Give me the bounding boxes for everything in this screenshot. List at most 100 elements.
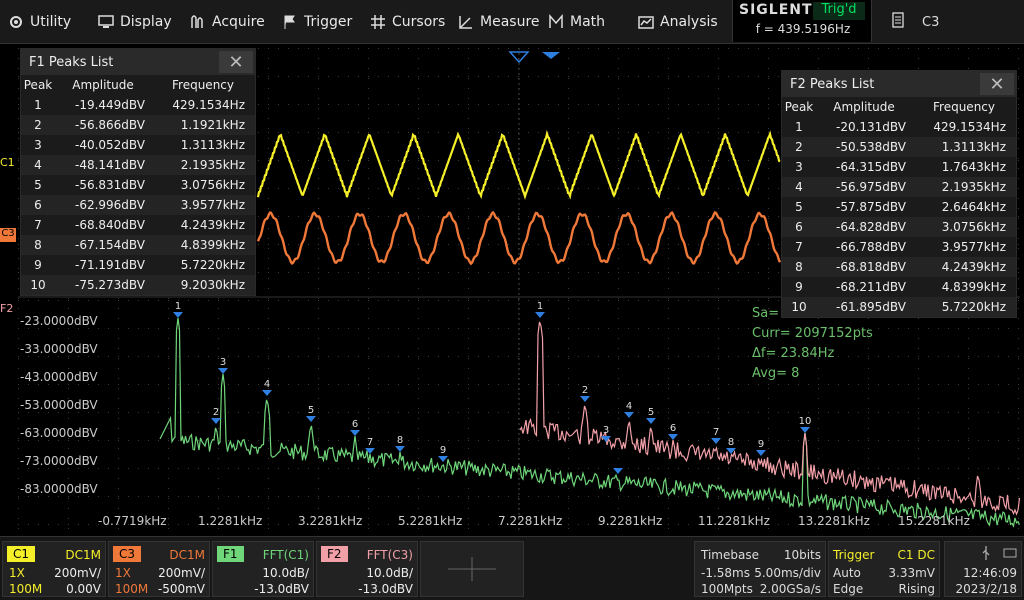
grid-dot xyxy=(38,440,39,441)
grid-dot xyxy=(618,198,619,199)
menu-trigger[interactable]: Trigger xyxy=(282,0,352,44)
trigger-status-panel[interactable]: Trigger C1 DC Auto 3.33mV Edge Rising xyxy=(828,541,940,597)
grid-dot xyxy=(148,300,149,301)
grid-dot xyxy=(368,398,369,399)
menu-measure[interactable]: Measure xyxy=(458,0,540,44)
grid-dot xyxy=(18,458,19,459)
grid-dot xyxy=(318,440,319,441)
grid-dot xyxy=(918,418,919,419)
grid-dot xyxy=(258,48,259,49)
grid-dot xyxy=(238,384,239,385)
grid-dot xyxy=(818,388,819,389)
menu-utility[interactable]: Utility xyxy=(8,0,71,44)
menu-analysis[interactable]: Analysis xyxy=(638,0,718,44)
grid-dot xyxy=(418,378,419,379)
grid-dot xyxy=(748,412,749,413)
waveform-area[interactable]: 1 2 3 4 5 6 7 8 9 1 2 3 4 5 6 7 8 9 10 C1 C3 F2 -23.0000dB… xyxy=(0,44,1024,534)
grid-dot xyxy=(718,408,719,409)
f2-peaks-list[interactable]: F2 Peaks List ✕ Peak Amplitude Frequency… xyxy=(781,70,1017,318)
grid-dot xyxy=(1018,298,1019,299)
f2-status[interactable]: F2 FFT(C3) 10.0dB/ -13.0dBV xyxy=(316,541,418,597)
menu-cursors[interactable]: Cursors xyxy=(370,0,445,44)
grid-dot xyxy=(78,468,79,469)
grid-dot xyxy=(578,188,579,189)
grid-dot xyxy=(388,328,389,329)
grid-dot xyxy=(458,440,459,441)
grid-dot xyxy=(348,496,349,497)
grid-dot xyxy=(478,328,479,329)
table-cell: 10 xyxy=(782,297,816,317)
c3-marker[interactable]: C3 xyxy=(0,228,16,242)
c1-marker[interactable]: C1 xyxy=(0,156,15,169)
grid-dot xyxy=(938,356,939,357)
grid-dot xyxy=(18,356,19,357)
grid-dot xyxy=(718,448,719,449)
close-icon[interactable]: ✕ xyxy=(980,73,1014,95)
grid-dot xyxy=(718,88,719,89)
grid-dot xyxy=(818,384,819,385)
grid-dot xyxy=(858,412,859,413)
channel-selector[interactable]: C3 xyxy=(880,0,939,44)
grid-dot xyxy=(488,384,489,385)
timebase-status[interactable]: Timebase 10bits -1.58ms 5.00ms/div 100Mp… xyxy=(694,541,826,597)
grid-dot xyxy=(18,378,19,379)
grid-dot xyxy=(228,328,229,329)
grid-dot xyxy=(118,378,119,379)
grid-dot xyxy=(758,468,759,469)
grid-dot xyxy=(418,208,419,209)
close-icon[interactable]: ✕ xyxy=(219,51,253,73)
adc-bits: 10bits xyxy=(783,548,821,562)
grid-dot xyxy=(588,76,589,77)
grid-dot xyxy=(298,48,299,49)
f1-status[interactable]: F1 FFT(C1) 10.0dB/ -13.0dBV xyxy=(212,541,314,597)
grid-dot xyxy=(908,412,909,413)
grid-dot xyxy=(628,104,629,105)
grid-dot xyxy=(1018,188,1019,189)
menu-math[interactable]: Math xyxy=(548,0,605,44)
grid-dot xyxy=(268,368,269,369)
grid-dot xyxy=(468,318,469,319)
grid-dot xyxy=(668,358,669,359)
grid-dot xyxy=(408,188,409,189)
table-cell: -57.875dBV xyxy=(835,200,906,214)
grid-dot xyxy=(698,104,699,105)
grid-dot xyxy=(258,244,259,245)
f2-tag: F2 xyxy=(321,546,348,562)
grid-dot xyxy=(708,132,709,133)
c1-status[interactable]: C1 DC1M 1X 200mV/ 100M 0.00V xyxy=(2,541,106,597)
grid-dot xyxy=(1018,438,1019,439)
grid-dot xyxy=(968,488,969,489)
menu-acquire[interactable]: Acquire xyxy=(190,0,265,44)
grid-dot xyxy=(268,300,269,301)
grid-dot xyxy=(738,160,739,161)
f1-peaks-list[interactable]: F1 Peaks List ✕ Peak Amplitude Frequency… xyxy=(20,48,256,296)
grid-dot xyxy=(308,104,309,105)
grid-dot xyxy=(288,440,289,441)
grid-dot xyxy=(678,76,679,77)
grid-dot xyxy=(368,356,369,357)
grid-dot xyxy=(878,440,879,441)
grid-dot xyxy=(328,356,329,357)
grid-dot xyxy=(718,298,719,299)
table-cell: -56.975dBV xyxy=(816,177,912,197)
c3-status[interactable]: C3 DC1M 1X 200mV/ 100M -500mV xyxy=(108,541,210,597)
grid-dot xyxy=(168,498,169,499)
table-cell: -75.273dBV xyxy=(55,275,151,295)
f2-peak-marker xyxy=(624,412,634,418)
grid-dot xyxy=(768,272,769,273)
grid-dot xyxy=(468,356,469,357)
grid-dot xyxy=(168,468,169,469)
grid-dot xyxy=(668,388,669,389)
x-label: 13.2281kHz xyxy=(798,514,870,528)
f2-marker[interactable]: F2 xyxy=(0,302,13,315)
grid-dot xyxy=(568,388,569,389)
menu-display[interactable]: Display xyxy=(98,0,172,44)
average-readout: Avg= 8 xyxy=(752,366,800,381)
grid-dot xyxy=(918,498,919,499)
grid-dot xyxy=(878,328,879,329)
f1-peak-marker xyxy=(218,368,228,374)
table-row: 3 -40.052dBV 1.3113kHz xyxy=(21,135,255,155)
grid-dot xyxy=(318,58,319,59)
grid-dot xyxy=(118,318,119,319)
add-channel-button[interactable] xyxy=(420,541,524,597)
